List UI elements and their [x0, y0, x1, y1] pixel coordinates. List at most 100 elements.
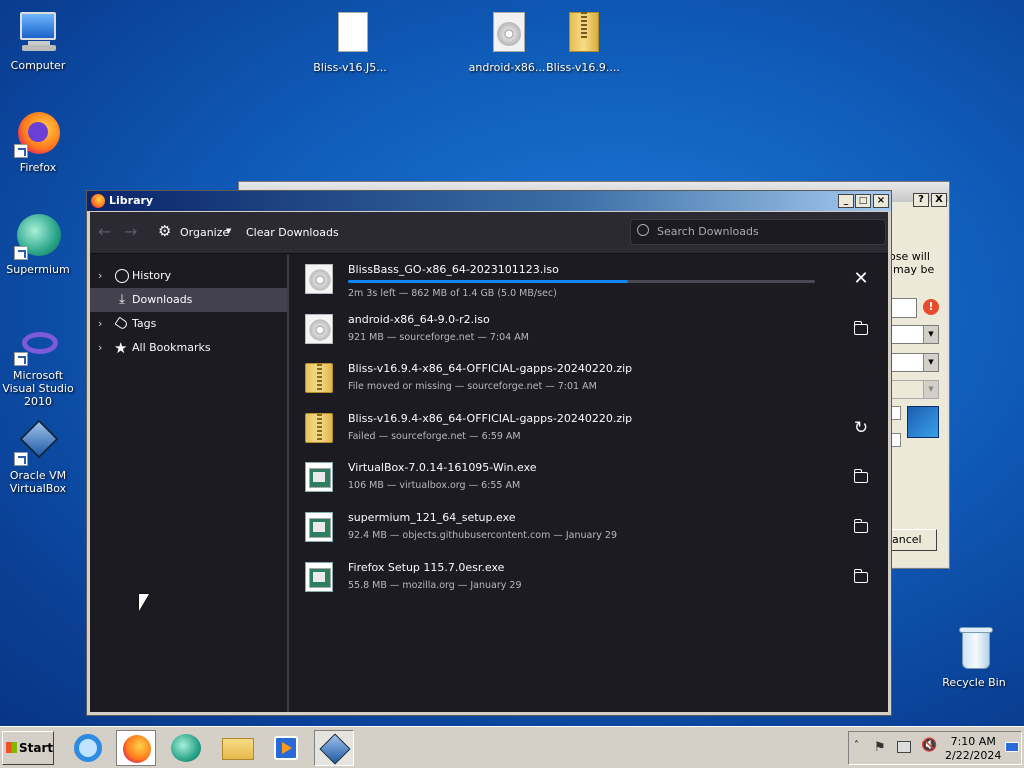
- download-status: 55.8 MB — mozilla.org — January 29: [348, 579, 522, 591]
- chevron-right-icon[interactable]: ›: [98, 336, 102, 360]
- disc-image-icon: [305, 264, 333, 294]
- download-progress-bar: [348, 280, 815, 283]
- maximize-button[interactable]: □: [855, 194, 871, 208]
- firefox-icon: [91, 194, 105, 208]
- visual-studio-icon: [14, 328, 62, 366]
- library-sidebar: › History ⤓ Downloads › Tags › ★ All Boo…: [90, 255, 289, 712]
- download-status: 2m 3s left — 862 MB of 1.4 GB (5.0 MB/se…: [348, 288, 557, 299]
- virtualbox-icon: [14, 418, 62, 466]
- dialog-dropdown[interactable]: ▼: [889, 380, 939, 399]
- close-button[interactable]: ×: [873, 194, 889, 208]
- show-in-folder-button[interactable]: [851, 517, 871, 537]
- gear-icon: ⚙: [158, 222, 172, 240]
- download-item[interactable]: BlissBass_GO-x86_64-2023101123.iso 2m 3s…: [291, 255, 888, 305]
- desktop-icon-recycle-bin[interactable]: Recycle Bin: [934, 625, 1014, 689]
- desktop-icon-label: Bliss-v16.J5...: [313, 61, 387, 74]
- download-filename: android-x86_64-9.0-r2.iso: [348, 312, 490, 326]
- firefox-icon: [123, 735, 151, 763]
- taskbar-media-player[interactable]: [266, 730, 306, 766]
- internet-explorer-icon: [74, 734, 102, 762]
- dialog-input[interactable]: [889, 298, 917, 318]
- download-filename: Bliss-v16.9.4-x86_64-OFFICIAL-gapps-2024…: [348, 362, 633, 376]
- recycle-bin-icon: [950, 625, 998, 673]
- download-status: File moved or missing — sourceforge.net …: [348, 381, 597, 393]
- sidebar-item-downloads[interactable]: ⤓ Downloads: [90, 288, 287, 312]
- show-desktop-icon[interactable]: [1005, 742, 1019, 752]
- clock-icon: [114, 268, 130, 284]
- desktop-icon-file-android[interactable]: android-x86...: [467, 10, 547, 74]
- chevron-right-icon[interactable]: ›: [98, 312, 102, 336]
- download-progress-fill: [348, 280, 629, 283]
- desktop-icon-supermium[interactable]: Supermium: [0, 212, 78, 276]
- windows-logo-icon: [6, 742, 17, 753]
- folder-icon: [222, 738, 254, 760]
- taskbar-internet-explorer[interactable]: [68, 730, 108, 766]
- start-button[interactable]: Start: [2, 731, 54, 765]
- library-toolbar: ← → ⚙ Organize ▼ Clear Downloads Search …: [90, 212, 888, 254]
- desktop-icon-visual-studio[interactable]: Microsoft Visual Studio 2010: [0, 328, 78, 408]
- taskbar-supermium[interactable]: [166, 730, 206, 766]
- taskbar-virtualbox[interactable]: [314, 730, 354, 766]
- flag-icon[interactable]: ⚑: [874, 740, 886, 755]
- download-item[interactable]: Bliss-v16.9.4-x86_64-OFFICIAL-gapps-2024…: [291, 354, 888, 404]
- desktop-icon-firefox[interactable]: Firefox: [0, 110, 78, 174]
- search-downloads-input[interactable]: Search Downloads: [630, 219, 886, 245]
- cancel-download-button[interactable]: ✕: [851, 269, 871, 289]
- exe-file-icon: [305, 462, 333, 493]
- taskbar-firefox[interactable]: [116, 730, 156, 766]
- forward-arrow-icon[interactable]: →: [124, 222, 137, 241]
- sidebar-item-tags[interactable]: › Tags: [90, 312, 287, 336]
- organize-button[interactable]: Organize: [180, 226, 229, 239]
- retry-download-button[interactable]: ↻: [851, 418, 871, 438]
- cancel-button[interactable]: ancel: [889, 529, 937, 551]
- network-icon[interactable]: [897, 741, 911, 753]
- download-status: 106 MB — virtualbox.org — 6:55 AM: [348, 480, 521, 492]
- download-item[interactable]: Bliss-v16.9.4-x86_64-OFFICIAL-gapps-2024…: [291, 404, 888, 454]
- desktop-icon-virtualbox[interactable]: Oracle VM VirtualBox: [0, 418, 78, 495]
- folder-icon: [854, 469, 868, 484]
- chevron-right-icon[interactable]: ›: [98, 264, 102, 288]
- sidebar-item-label: All Bookmarks: [132, 341, 211, 354]
- dialog-close-button[interactable]: X: [931, 193, 947, 207]
- show-in-folder-button[interactable]: [851, 319, 871, 339]
- supermium-icon: [14, 212, 62, 260]
- download-status: Failed — sourceforge.net — 6:59 AM: [348, 430, 521, 442]
- download-item[interactable]: android-x86_64-9.0-r2.iso 921 MB — sourc…: [291, 305, 888, 355]
- virtualbox-icon: [319, 733, 351, 765]
- desktop-icon-computer[interactable]: Computer: [0, 8, 78, 72]
- minimize-button[interactable]: _: [838, 194, 854, 208]
- download-item[interactable]: supermium_121_64_setup.exe 92.4 MB — obj…: [291, 503, 888, 553]
- windows-10-badge-icon: [907, 406, 939, 438]
- system-tray: ˄ ⚑ 🔇 7:10 AM 2/22/2024: [848, 731, 1022, 765]
- show-in-folder-button[interactable]: [851, 567, 871, 587]
- taskbar-file-explorer[interactable]: [218, 730, 258, 766]
- clock[interactable]: 7:10 AM 2/22/2024: [945, 735, 1001, 763]
- download-filename: Firefox Setup 115.7.0esr.exe: [348, 560, 505, 574]
- desktop-icon-file-bliss-zip[interactable]: Bliss-v16.9....: [543, 10, 623, 74]
- help-button[interactable]: ?: [913, 193, 929, 207]
- dialog-text: ose will: [889, 250, 930, 263]
- sidebar-item-all-bookmarks[interactable]: › ★ All Bookmarks: [90, 336, 287, 360]
- show-in-folder-button[interactable]: [851, 467, 871, 487]
- taskbar: Start ˄ ⚑ 🔇 7:10 AM 2/22/2024: [0, 726, 1024, 768]
- dialog-dropdown[interactable]: ▼: [889, 325, 939, 344]
- zip-folder-icon: [559, 10, 607, 58]
- sidebar-item-history[interactable]: › History: [90, 264, 287, 288]
- clear-downloads-button[interactable]: Clear Downloads: [246, 226, 339, 239]
- desktop-icon-file-bliss-j5[interactable]: Bliss-v16.J5...: [310, 10, 390, 74]
- download-item[interactable]: VirtualBox-7.0.14-161095-Win.exe 106 MB …: [291, 453, 888, 503]
- folder-icon: [854, 568, 868, 583]
- download-item[interactable]: Firefox Setup 115.7.0esr.exe 55.8 MB — m…: [291, 553, 888, 603]
- window-title: Library: [109, 194, 154, 207]
- back-arrow-icon[interactable]: ←: [98, 222, 111, 241]
- folder-icon: [854, 518, 868, 533]
- clock-time: 7:10 AM: [950, 735, 996, 748]
- computer-icon: [14, 8, 62, 56]
- clock-date: 2/22/2024: [945, 749, 1002, 762]
- disc-image-icon: [483, 10, 531, 58]
- dialog-dropdown[interactable]: ▼: [889, 353, 939, 372]
- library-body: ← → ⚙ Organize ▼ Clear Downloads Search …: [90, 212, 888, 712]
- chevron-up-icon[interactable]: ˄: [854, 740, 859, 751]
- zip-file-icon: [305, 412, 333, 443]
- volume-muted-icon[interactable]: 🔇: [921, 738, 937, 753]
